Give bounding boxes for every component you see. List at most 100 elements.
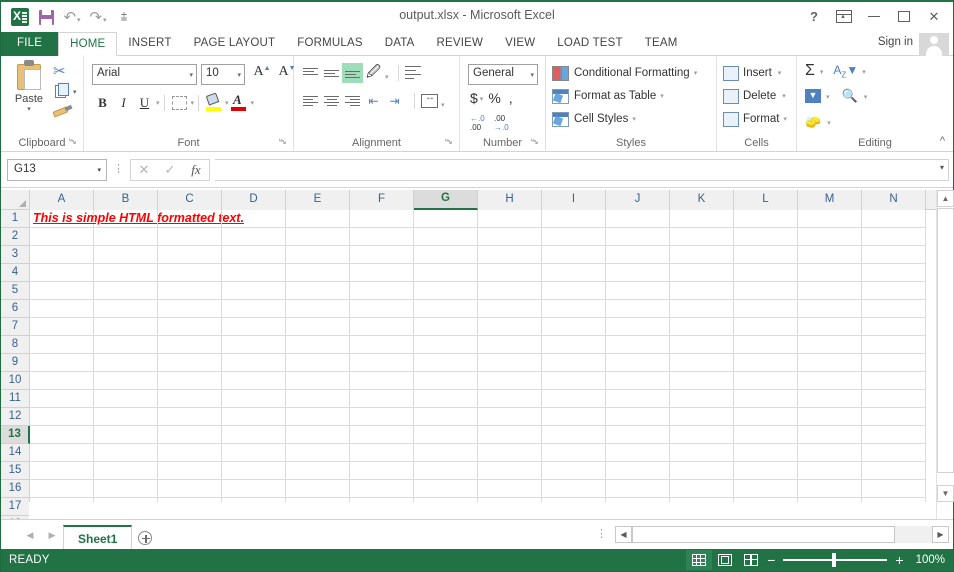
cell-A13[interactable]: [30, 426, 94, 444]
cell-C14[interactable]: [158, 444, 222, 462]
sort-filter-button[interactable]: AZ▼: [833, 63, 858, 79]
cell-J1[interactable]: [606, 210, 670, 228]
cell-D9[interactable]: [222, 354, 286, 372]
cell-C1[interactable]: [158, 210, 222, 228]
merge-chevron-icon[interactable]: ▾: [441, 101, 445, 109]
cell-D6[interactable]: [222, 300, 286, 318]
cell-H6[interactable]: [478, 300, 542, 318]
cell-M5[interactable]: [798, 282, 862, 300]
cell-B5[interactable]: [94, 282, 158, 300]
cell-I11[interactable]: [542, 390, 606, 408]
cell-H16[interactable]: [478, 480, 542, 498]
cell-B1[interactable]: [94, 210, 158, 228]
row-header-13[interactable]: 13: [1, 426, 30, 444]
cell-E6[interactable]: [286, 300, 350, 318]
percent-style-button[interactable]: %: [488, 90, 500, 106]
cell-B6[interactable]: [94, 300, 158, 318]
cell-A4[interactable]: [30, 264, 94, 282]
cell-C11[interactable]: [158, 390, 222, 408]
cell-N9[interactable]: [862, 354, 926, 372]
chevron-down-icon[interactable]: ▾: [237, 71, 241, 79]
cell-D16[interactable]: [222, 480, 286, 498]
cell-J6[interactable]: [606, 300, 670, 318]
cell-F16[interactable]: [350, 480, 414, 498]
align-top-button[interactable]: [300, 63, 321, 83]
cell-E12[interactable]: [286, 408, 350, 426]
cell-I7[interactable]: [542, 318, 606, 336]
cell-H12[interactable]: [478, 408, 542, 426]
cell-E8[interactable]: [286, 336, 350, 354]
cell-N4[interactable]: [862, 264, 926, 282]
cell-G1[interactable]: [414, 210, 478, 228]
number-format-select[interactable]: General ▾: [468, 64, 538, 85]
cell-I17[interactable]: [542, 498, 606, 502]
cell-G14[interactable]: [414, 444, 478, 462]
column-header-M[interactable]: M: [798, 190, 862, 210]
cell-H10[interactable]: [478, 372, 542, 390]
chevron-down-icon[interactable]: ▾: [694, 69, 698, 77]
cell-M10[interactable]: [798, 372, 862, 390]
row-header-1[interactable]: 1: [1, 210, 29, 228]
row-header-2[interactable]: 2: [1, 228, 29, 246]
cell-A15[interactable]: [30, 462, 94, 480]
cut-icon[interactable]: ✂: [53, 62, 66, 80]
cell-A6[interactable]: [30, 300, 94, 318]
cell-F7[interactable]: [350, 318, 414, 336]
cell-D2[interactable]: [222, 228, 286, 246]
tab-review[interactable]: REVIEW: [426, 32, 495, 56]
column-header-D[interactable]: D: [222, 190, 286, 210]
scroll-right-icon[interactable]: ▶: [932, 525, 949, 543]
enter-formula-icon[interactable]: ✓: [157, 160, 183, 180]
cell-C9[interactable]: [158, 354, 222, 372]
sign-in-link[interactable]: Sign in: [878, 36, 913, 48]
scroll-up-icon[interactable]: ▲: [937, 190, 954, 207]
cell-A7[interactable]: [30, 318, 94, 336]
cell-G15[interactable]: [414, 462, 478, 480]
cell-C12[interactable]: [158, 408, 222, 426]
cell-M11[interactable]: [798, 390, 862, 408]
cell-C15[interactable]: [158, 462, 222, 480]
cell-C17[interactable]: [158, 498, 222, 502]
cell-F13[interactable]: [350, 426, 414, 444]
cell-D13[interactable]: [222, 426, 286, 444]
cell-N15[interactable]: [862, 462, 926, 480]
scroll-down-icon[interactable]: ▼: [937, 485, 954, 502]
normal-view-button[interactable]: [686, 550, 713, 570]
cell-K13[interactable]: [670, 426, 734, 444]
wrap-text-button[interactable]: [403, 63, 424, 83]
cell-C7[interactable]: [158, 318, 222, 336]
cell-G9[interactable]: [414, 354, 478, 372]
row-header-14[interactable]: 14: [1, 444, 29, 462]
cell-A17[interactable]: [30, 498, 94, 502]
column-header-L[interactable]: L: [734, 190, 798, 210]
cell-E11[interactable]: [286, 390, 350, 408]
insert-cells-button[interactable]: Insert ▾: [723, 62, 781, 84]
format-as-table-button[interactable]: Format as Table ▾: [552, 85, 664, 107]
cell-A14[interactable]: [30, 444, 94, 462]
cell-G6[interactable]: [414, 300, 478, 318]
orientation-button[interactable]: 🖉: [363, 63, 384, 83]
column-header-J[interactable]: J: [606, 190, 670, 210]
cell-B10[interactable]: [94, 372, 158, 390]
cell-M17[interactable]: [798, 498, 862, 502]
cell-F17[interactable]: [350, 498, 414, 502]
cell-G8[interactable]: [414, 336, 478, 354]
cell-G17[interactable]: [414, 498, 478, 502]
row-header-6[interactable]: 6: [1, 300, 29, 318]
cell-F3[interactable]: [350, 246, 414, 264]
help-icon[interactable]: ?: [799, 4, 829, 29]
zoom-in-button[interactable]: +: [895, 553, 903, 567]
cell-E3[interactable]: [286, 246, 350, 264]
previous-sheet-icon[interactable]: ◀: [19, 525, 41, 545]
clear-button[interactable]: 🧽: [805, 114, 821, 130]
cell-G7[interactable]: [414, 318, 478, 336]
cell-B7[interactable]: [94, 318, 158, 336]
cell-B17[interactable]: [94, 498, 158, 502]
cancel-formula-icon[interactable]: ✕: [131, 160, 157, 180]
find-select-chevron-icon[interactable]: ▾: [864, 93, 868, 101]
cell-L5[interactable]: [734, 282, 798, 300]
cell-B2[interactable]: [94, 228, 158, 246]
cell-L14[interactable]: [734, 444, 798, 462]
tab-load-test[interactable]: LOAD TEST: [546, 32, 634, 56]
cell-D7[interactable]: [222, 318, 286, 336]
